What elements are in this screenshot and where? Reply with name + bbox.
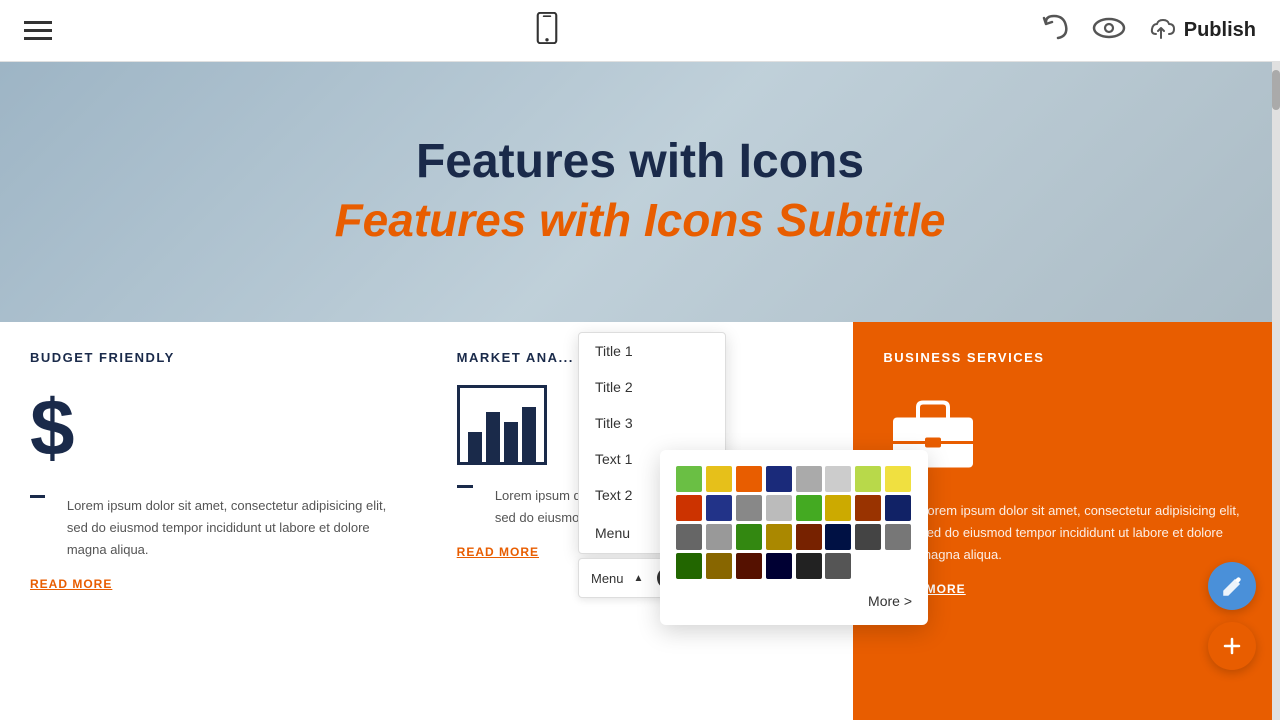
scrollbar-thumb[interactable] (1272, 70, 1280, 110)
toolbar: Publish (0, 0, 1280, 62)
dropdown-text1-label: Text 1 (595, 451, 632, 467)
hero-subtitle: Features with Icons Subtitle (335, 191, 946, 251)
card-3-read-more-link[interactable]: READ MORE (883, 582, 1250, 596)
color-swatch[interactable] (676, 553, 702, 579)
color-swatch[interactable] (736, 553, 762, 579)
dropdown-title2-label: Title 2 (595, 379, 633, 395)
dropdown-title1-label: Title 1 (595, 343, 633, 359)
main-area: Features with Icons Features with Icons … (0, 62, 1280, 720)
card-1-divider (30, 495, 45, 498)
color-swatch[interactable] (825, 553, 851, 579)
color-swatch[interactable] (796, 524, 822, 550)
svg-text:$: $ (30, 385, 75, 465)
color-swatch[interactable] (885, 524, 911, 550)
dollar-sign-icon: $ (30, 385, 397, 475)
hero-title: Features with Icons (416, 133, 864, 191)
color-swatch[interactable] (825, 524, 851, 550)
color-swatch[interactable] (706, 495, 732, 521)
toolbar-center (531, 12, 563, 49)
scrollbar[interactable] (1272, 62, 1280, 720)
fab-container (1208, 562, 1256, 670)
hamburger-menu-icon[interactable] (24, 21, 52, 40)
dropdown-title3-label: Title 3 (595, 415, 633, 431)
color-more-button[interactable]: More > (676, 593, 912, 609)
card-3-title: BUSINESS SERVICES (883, 350, 1250, 365)
card-1-text-wrap: Lorem ipsum dolor sit amet, consectetur … (30, 495, 397, 561)
edit-fab-button[interactable] (1208, 562, 1256, 610)
bar-3 (504, 422, 518, 462)
color-swatch[interactable] (796, 553, 822, 579)
color-swatch[interactable] (855, 466, 881, 492)
color-swatch[interactable] (766, 553, 792, 579)
color-swatch[interactable] (676, 495, 702, 521)
bar-chart-icon (457, 385, 547, 465)
bar-1 (468, 432, 482, 462)
color-swatch[interactable] (706, 466, 732, 492)
color-swatch[interactable] (736, 466, 762, 492)
color-swatch[interactable] (825, 466, 851, 492)
toolbar-left (24, 21, 52, 40)
dropdown-item-title1[interactable]: Title 1 (579, 333, 725, 369)
hero-section: Features with Icons Features with Icons … (0, 62, 1280, 322)
color-swatch[interactable] (885, 466, 911, 492)
bar-4 (522, 407, 536, 462)
chevron-up-icon: ▲ (634, 573, 644, 584)
dropdown-text2-label: Text 2 (595, 487, 632, 503)
color-grid (676, 466, 912, 579)
card-2-divider (457, 485, 473, 488)
preview-eye-icon[interactable] (1092, 14, 1126, 48)
card-1-title: BUDGET FRIENDLY (30, 350, 397, 365)
card-budget-friendly: BUDGET FRIENDLY $ Lorem ipsum dolor sit … (0, 322, 427, 720)
color-swatch[interactable] (825, 495, 851, 521)
color-swatch[interactable] (766, 466, 792, 492)
color-swatch[interactable] (855, 524, 881, 550)
color-swatch[interactable] (855, 495, 881, 521)
color-swatch[interactable] (736, 524, 762, 550)
card-1-text: Lorem ipsum dolor sit amet, consectetur … (67, 495, 397, 561)
color-swatch[interactable] (885, 495, 911, 521)
color-swatch[interactable] (796, 495, 822, 521)
color-swatch[interactable] (766, 524, 792, 550)
card-1-read-more-link[interactable]: READ MORE (30, 577, 397, 591)
add-fab-button[interactable] (1208, 622, 1256, 670)
dropdown-item-title2[interactable]: Title 2 (579, 369, 725, 405)
cloud-upload-icon (1146, 16, 1176, 46)
color-swatch[interactable] (706, 553, 732, 579)
color-swatch[interactable] (676, 524, 702, 550)
color-swatch[interactable] (796, 466, 822, 492)
bar-2 (486, 412, 500, 462)
mobile-preview-icon[interactable] (531, 12, 563, 49)
publish-label: Publish (1184, 19, 1256, 42)
color-swatch[interactable] (766, 495, 792, 521)
color-swatch[interactable] (676, 466, 702, 492)
undo-icon[interactable] (1042, 14, 1072, 48)
card-3-text-wrap: Lorem ipsum dolor sit amet, consectetur … (883, 500, 1250, 566)
dropdown-menu-label: Menu (595, 525, 630, 541)
card-3-text: Lorem ipsum dolor sit amet, consectetur … (920, 500, 1250, 566)
publish-button[interactable]: Publish (1146, 16, 1256, 46)
color-swatch[interactable] (736, 495, 762, 521)
dropdown-item-title3[interactable]: Title 3 (579, 405, 725, 441)
color-picker: More > (660, 450, 928, 625)
briefcase-icon (883, 385, 1250, 480)
color-swatch[interactable] (706, 524, 732, 550)
toolbar-right: Publish (1042, 14, 1256, 48)
menu-bar-label: Menu (591, 571, 624, 586)
